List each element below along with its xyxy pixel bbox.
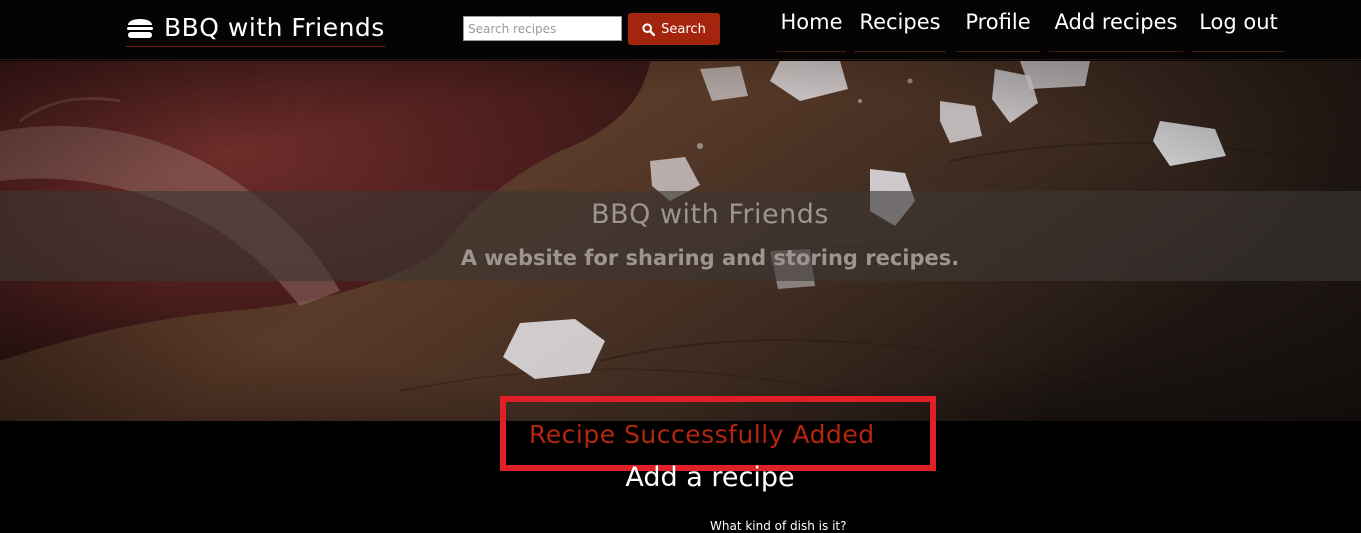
hero-title: BBQ with Friends: [591, 199, 829, 230]
hero-banner: BBQ with Friends A website for sharing a…: [0, 61, 1361, 421]
top-navbar: BBQ with Friends Search Home Recipes Pro…: [0, 0, 1361, 60]
nav-add-recipes-label: Add recipes: [1054, 10, 1178, 34]
hero-subtitle: A website for sharing and storing recipe…: [460, 246, 960, 270]
nav-log-out-link[interactable]: Log out: [1192, 8, 1285, 52]
nav-home-label: Home: [780, 10, 843, 34]
flash-message: Recipe Successfully Added: [529, 420, 875, 449]
nav-home-link[interactable]: Home: [777, 8, 846, 52]
burger-icon: [126, 14, 154, 40]
brand-label: BBQ with Friends: [164, 12, 385, 42]
nav-recipes-link[interactable]: Recipes: [854, 8, 946, 52]
search-input[interactable]: [463, 16, 622, 41]
nav-log-out-label: Log out: [1199, 10, 1278, 34]
search-button-label: Search: [661, 21, 706, 37]
brand-link[interactable]: BBQ with Friends: [126, 10, 385, 47]
dish-type-label: What kind of dish is it?: [710, 519, 847, 533]
search-button[interactable]: Search: [628, 13, 720, 45]
nav-recipes-label: Recipes: [859, 10, 941, 34]
nav-profile-label: Profile: [965, 10, 1031, 34]
search-icon: [642, 22, 656, 36]
add-recipe-heading: Add a recipe: [625, 462, 795, 493]
nav-profile-link[interactable]: Profile: [956, 8, 1040, 52]
nav-add-recipes-link[interactable]: Add recipes: [1049, 8, 1183, 52]
